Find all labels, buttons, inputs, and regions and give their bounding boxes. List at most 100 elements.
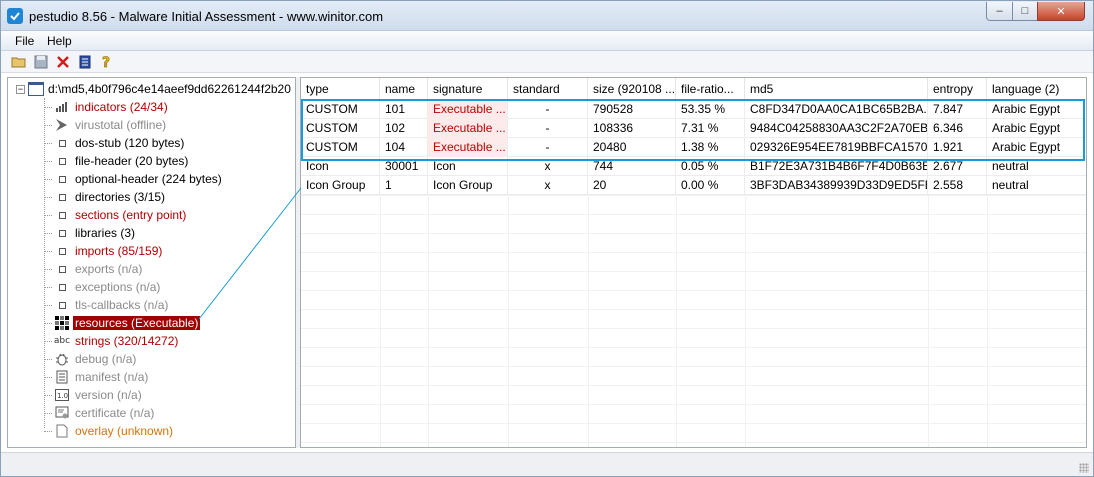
table-cell: neutral — [987, 176, 1086, 195]
tree-item-file-header[interactable]: file-header (20 bytes) — [44, 152, 190, 170]
table-row[interactable]: CUSTOM 104 Executable ... -20480 1.38 % 02932… — [301, 138, 1086, 157]
save-icon — [34, 55, 48, 69]
list-icon — [79, 55, 91, 69]
table-cell: 9484C04258830AA3C2F2A70EB... — [745, 119, 928, 138]
maximize-button[interactable]: □ — [1012, 2, 1038, 21]
table-cell: 53.35 % — [676, 100, 745, 119]
square-icon — [54, 153, 70, 169]
tree-item-strings[interactable]: abc strings (320/14272) — [44, 332, 180, 350]
table-cell: 101 — [380, 100, 428, 119]
menu-bar: File Help — [1, 31, 1093, 51]
title-bar[interactable]: pestudio 8.56 - Malware Initial Assessme… — [1, 1, 1093, 31]
table-cell: C8FD347D0AA0CA1BC65B2BA... — [745, 100, 928, 119]
tree-item-label: file-header (20 bytes) — [75, 154, 189, 168]
close-icon: ✕ — [1056, 5, 1066, 18]
table-cell: CUSTOM — [301, 119, 380, 138]
table-row[interactable]: Icon Group 1 Icon Group x 20 0.00 % 3BF3DAB343… — [301, 176, 1086, 195]
column-header[interactable]: language (2) — [987, 78, 1086, 100]
table-cell: 3BF3DAB34389939D33D9ED5FE... — [745, 176, 928, 195]
column-header[interactable]: file-ratio... — [676, 78, 745, 100]
table-cell: 1.38 % — [676, 138, 745, 157]
table-cell: 2.558 — [928, 176, 987, 195]
tree-item-exceptions[interactable]: exceptions (n/a) — [44, 278, 162, 296]
tree-item-label: optional-header (224 bytes) — [75, 172, 222, 186]
tree-root-label: d:\md5,4b0f796c4e14aeef9dd62261244f2b20 — [48, 82, 291, 96]
table-cell: 102 — [380, 119, 428, 138]
square-icon — [54, 207, 70, 223]
tree-item-label: dos-stub (120 bytes) — [75, 136, 185, 150]
collapse-icon[interactable]: − — [16, 84, 25, 94]
table-cell: CUSTOM — [301, 138, 380, 157]
table-row[interactable]: CUSTOM 101 Executable ... -790528 53.35 % C8F… — [301, 100, 1086, 119]
table-cell: 20480 — [588, 138, 676, 157]
table-cell: 104 — [380, 138, 428, 157]
menu-help[interactable]: Help — [47, 34, 72, 48]
bug-icon — [54, 351, 70, 367]
tree-item-virustotal[interactable]: virustotal (offline) — [44, 116, 168, 134]
table-cell: neutral — [987, 157, 1086, 176]
column-header[interactable]: signature — [428, 78, 508, 100]
column-header[interactable]: size (920108 ... — [588, 78, 676, 100]
status-bar — [1, 452, 1093, 476]
manifest-icon — [54, 369, 70, 385]
tree-item-directories[interactable]: directories (3/15) — [44, 188, 167, 206]
table-cell: Executable ... — [428, 119, 508, 138]
delete-button[interactable] — [55, 54, 71, 70]
square-icon — [54, 225, 70, 241]
pestudio-app-icon — [7, 8, 23, 24]
table-cell: Arabic Egypt — [987, 138, 1086, 157]
tree-panel[interactable]: − d:\md5,4b0f796c4e14aeef9dd62261244f2b2… — [7, 77, 296, 448]
square-icon — [54, 261, 70, 277]
document-icon — [54, 423, 70, 439]
close-button[interactable]: ✕ — [1037, 2, 1085, 21]
open-button[interactable] — [11, 54, 27, 70]
tree-root[interactable]: − d:\md5,4b0f796c4e14aeef9dd62261244f2b2… — [16, 80, 291, 98]
tree-item-label: resources (Executable) — [73, 316, 201, 330]
column-header[interactable]: entropy — [928, 78, 987, 100]
table-row[interactable]: Icon 30001 Icon x 744 0.05 % B1F72E3A731B4B6F7… — [301, 157, 1086, 176]
window-file-icon — [28, 82, 44, 96]
table-cell: 6.346 — [928, 119, 987, 138]
table-row[interactable]: CUSTOM 102 Executable ... -108336 7.31 % 9484… — [301, 119, 1086, 138]
tree-item-label: libraries (3) — [75, 226, 136, 240]
tree-item-sections[interactable]: sections (entry point) — [44, 206, 188, 224]
help-icon: ? — [102, 55, 111, 72]
table-cell: 1 — [380, 176, 428, 195]
column-header[interactable]: name — [380, 78, 428, 100]
certificate-icon — [54, 405, 70, 421]
tree-item-overlay[interactable]: overlay (unknown) — [44, 422, 175, 440]
tree-item-manifest[interactable]: manifest (n/a) — [44, 368, 150, 386]
tree-item-imports[interactable]: imports (85/159) — [44, 242, 164, 260]
help-button[interactable]: ? — [99, 54, 115, 72]
version-icon: 1.0 — [54, 387, 70, 403]
table-cell: 7.847 — [928, 100, 987, 119]
table-cell: 108336 — [588, 119, 676, 138]
tree-item-indicators[interactable]: indicators (24/34) — [44, 98, 170, 116]
tree-item-debug[interactable]: debug (n/a) — [44, 350, 138, 368]
resources-table[interactable]: type name signature standard size (920108 ..… — [300, 77, 1087, 448]
svg-text:1.0: 1.0 — [57, 392, 68, 400]
table-header: type name signature standard size (920108 ..… — [301, 78, 1086, 100]
column-header[interactable]: md5 — [745, 78, 928, 100]
tree-item-exports[interactable]: exports (n/a) — [44, 260, 144, 278]
square-icon — [54, 189, 70, 205]
menu-file[interactable]: File — [15, 34, 34, 48]
tree-item-version[interactable]: 1.0 version (n/a) — [44, 386, 144, 404]
tree-item-label: version (n/a) — [75, 388, 142, 402]
tree-item-dos-stub[interactable]: dos-stub (120 bytes) — [44, 134, 186, 152]
tree-item-tls-callbacks[interactable]: tls-callbacks (n/a) — [44, 296, 170, 314]
column-header[interactable]: type — [301, 78, 380, 100]
delete-icon — [57, 56, 69, 68]
tree-item-optional-header[interactable]: optional-header (224 bytes) — [44, 170, 224, 188]
tree-item-resources[interactable]: resources (Executable) — [44, 314, 201, 332]
table-cell: 2.677 — [928, 157, 987, 176]
tree-item-libraries[interactable]: libraries (3) — [44, 224, 137, 242]
column-header[interactable]: standard — [508, 78, 588, 100]
tree-item-label: indicators (24/34) — [75, 100, 168, 114]
resize-grip[interactable] — [1079, 463, 1089, 473]
table-cell: Icon Group — [428, 176, 508, 195]
minimize-button[interactable]: ‒ — [986, 2, 1013, 21]
list-button[interactable] — [77, 54, 93, 70]
tree-item-certificate[interactable]: certificate (n/a) — [44, 404, 156, 422]
save-button[interactable] — [33, 54, 49, 70]
